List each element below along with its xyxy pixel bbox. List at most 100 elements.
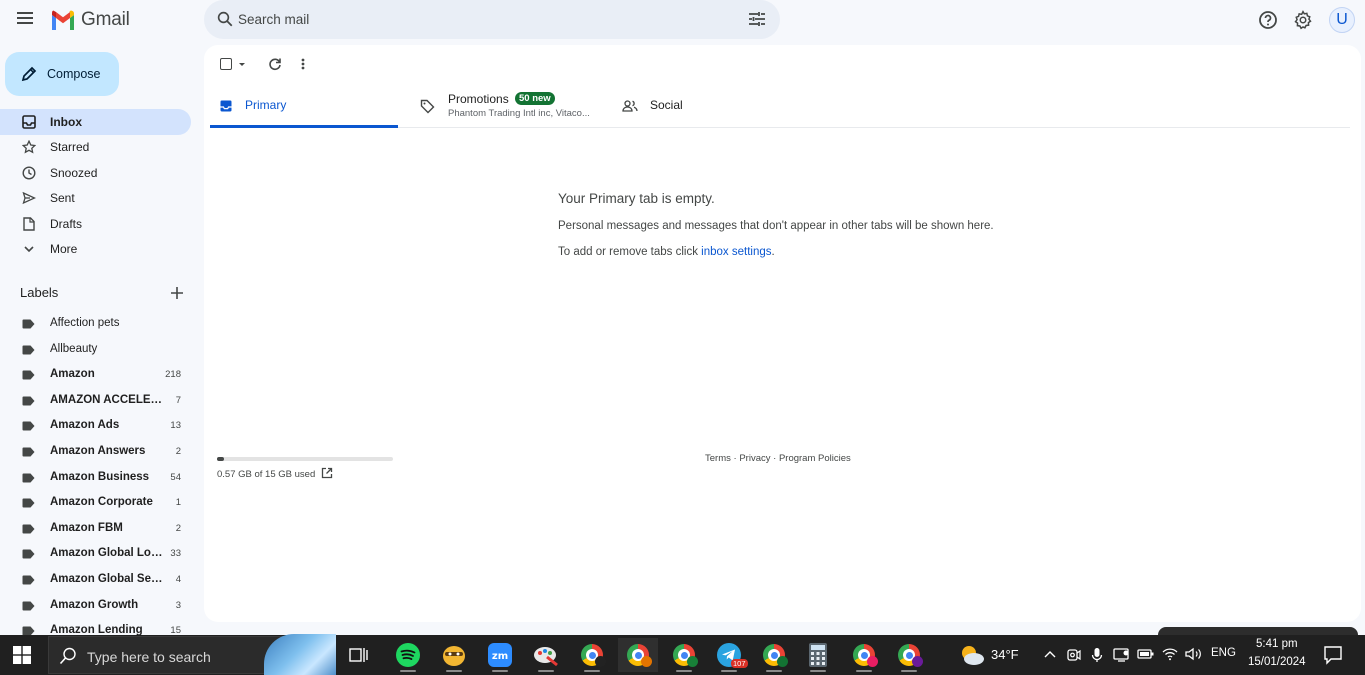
empty-settings-hint: To add or remove tabs click inbox settin… [558,246,1058,258]
cartoon-app-icon [443,646,465,666]
nav-item-inbox[interactable]: Inbox [0,109,191,135]
category-tabs: Primary Promotions 50 new Phantom Tradin… [210,90,1350,128]
display-icon[interactable] [1113,647,1131,663]
label-count: 2 [175,522,181,534]
privacy-link[interactable]: Privacy [739,453,770,464]
select-caret-down-icon[interactable] [237,57,247,71]
taskbar-chrome-2[interactable] [618,638,658,672]
refresh-icon[interactable] [268,57,282,71]
tag-icon [420,99,435,114]
terms-link[interactable]: Terms [705,453,731,464]
clock-date[interactable]: 15/01/2024 [1248,656,1306,668]
star-icon [21,140,36,155]
label-item[interactable]: Amazon Growth 3 [0,593,191,619]
label-name: Amazon Lending [50,624,143,635]
taskbar-search-box[interactable]: Type here to search [48,634,336,675]
label-name: Amazon Answers [50,444,146,457]
search-input[interactable] [238,0,738,39]
label-tag-icon [22,396,35,406]
label-count: 54 [170,471,181,483]
label-count: 218 [165,369,181,381]
volume-icon[interactable] [1185,647,1203,661]
tab-promotions-label: Promotions [448,92,509,106]
label-count: 2 [175,445,181,457]
inbox-settings-link[interactable]: inbox settings [701,246,771,258]
taskbar-chrome-5[interactable] [844,638,884,672]
account-avatar[interactable]: U [1329,7,1355,33]
task-view-button[interactable] [339,638,379,672]
taskbar-chrome-6[interactable] [889,638,929,672]
nav-item-starred[interactable]: Starred [0,135,191,161]
pencil-icon [21,66,37,82]
nav-item-drafts[interactable]: Drafts [0,211,191,237]
profile-badge [687,656,698,667]
taskbar-calculator[interactable] [798,638,838,672]
label-tag-icon [22,345,35,355]
profile-badge [912,656,923,667]
label-item[interactable]: Allbeauty [0,337,191,363]
compose-label: Compose [47,67,101,81]
gmail-logo[interactable]: Gmail [50,8,130,32]
label-tag-icon [22,524,35,534]
top-bar: Gmail U [0,0,1365,40]
taskbar-telegram[interactable]: 107 [709,638,749,672]
taskbar-paint[interactable] [526,638,566,672]
nav-label: More [50,242,78,257]
label-item[interactable]: Affection pets [0,311,191,337]
label-item[interactable]: Amazon Ads 13 [0,413,191,439]
main-panel: Primary Promotions 50 new Phantom Tradin… [204,45,1361,622]
meet-now-icon[interactable] [1067,647,1081,663]
windows-start-icon[interactable] [13,646,31,664]
chevron-up-icon[interactable] [1043,647,1057,661]
taskbar-app-yellow[interactable] [434,638,474,672]
tab-promotions[interactable]: Promotions 50 new Phantom Trading Intl i… [418,90,618,128]
label-item[interactable]: Amazon Lending 15 [0,618,191,635]
search-options-icon[interactable] [748,11,766,27]
help-icon[interactable] [1258,10,1278,30]
label-item[interactable]: Amazon Corporate 1 [0,490,191,516]
taskbar-spotify[interactable] [388,638,428,672]
nav-item-snoozed[interactable]: Snoozed [0,160,191,186]
windows-taskbar: Type here to search zm 107 34°F ENG 5:41… [0,634,1365,675]
label-item[interactable]: Amazon Global Selling 4 [0,567,191,593]
nav-item-more[interactable]: More [0,237,191,263]
telegram-unread-badge: 107 [731,659,748,668]
search-bar[interactable] [204,0,780,39]
label-item[interactable]: Amazon Global Logistics 33 [0,541,191,567]
main-menu-button[interactable] [16,10,38,30]
tab-social[interactable]: Social [622,90,772,128]
program-policies-link[interactable]: Program Policies [779,453,851,464]
label-item[interactable]: AMAZON ACCELERATOR 7 [0,388,191,414]
search-icon[interactable] [216,10,234,28]
label-name: Amazon Business [50,470,150,483]
battery-icon[interactable] [1137,647,1155,661]
settings-gear-icon[interactable] [1293,10,1313,30]
clock-time[interactable]: 5:41 pm [1256,638,1298,650]
label-item[interactable]: Amazon Answers 2 [0,439,191,465]
tab-primary[interactable]: Primary [210,90,398,128]
taskbar-chrome-1[interactable] [572,638,612,672]
hint-suffix: . [771,246,775,258]
notification-center-icon[interactable] [1323,645,1343,665]
more-vertical-icon[interactable] [300,57,306,71]
label-item[interactable]: Amazon 218 [0,362,191,388]
taskbar-chrome-4[interactable] [754,638,794,672]
label-item[interactable]: Amazon FBM 2 [0,516,191,542]
microphone-icon[interactable] [1091,647,1103,663]
label-item[interactable]: Amazon Business 54 [0,465,191,491]
search-icon [59,647,76,665]
external-link-icon[interactable] [321,467,333,479]
label-count: 4 [175,573,181,585]
wifi-icon[interactable] [1162,647,1178,661]
add-label-plus-icon[interactable] [170,286,184,300]
select-all-checkbox[interactable] [220,58,232,70]
compose-button[interactable]: Compose [5,52,119,96]
taskbar-chrome-3[interactable] [664,638,704,672]
weather-widget[interactable]: 34°F [956,641,1026,669]
taskbar-zoom[interactable]: zm [480,638,520,672]
nav-item-sent[interactable]: Sent [0,186,191,212]
label-tag-icon [22,575,35,585]
partly-cloudy-icon [962,646,984,665]
people-icon [622,100,638,112]
input-language[interactable]: ENG [1211,647,1236,659]
